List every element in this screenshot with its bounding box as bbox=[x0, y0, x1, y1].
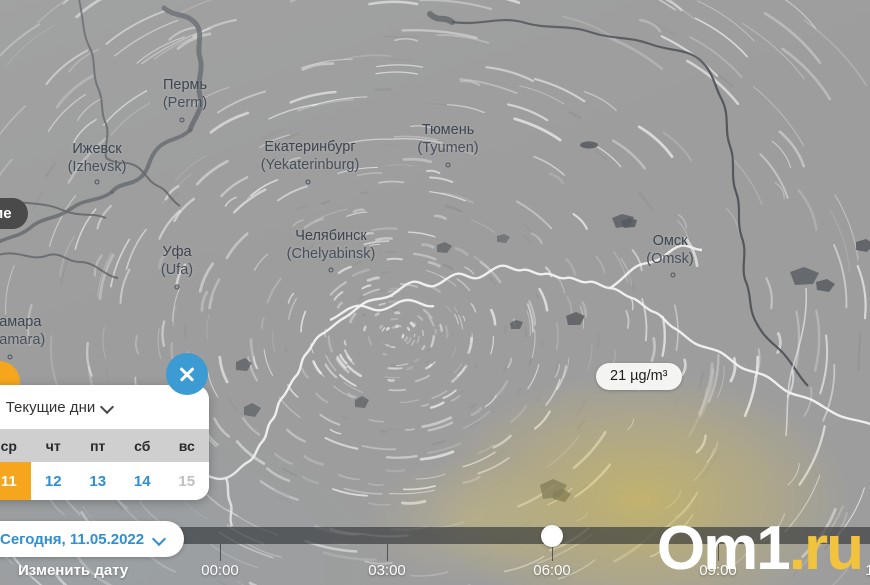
map-notice-label: …ние bbox=[0, 205, 12, 222]
city-marker-dot bbox=[174, 284, 180, 290]
city-marker-dot bbox=[94, 179, 100, 185]
city-label: Омск (Omsk) bbox=[646, 232, 694, 268]
city-marker-dot bbox=[328, 267, 334, 273]
today-date-button[interactable]: Сегодня, 11.05.2022 bbox=[0, 521, 185, 557]
city-name-en: (Tyumen) bbox=[417, 140, 479, 157]
city-name-ru: Пермь bbox=[162, 77, 208, 93]
city-marker-dot bbox=[305, 179, 311, 185]
city-marker-dot bbox=[670, 272, 676, 278]
timeline-time-label: 12:00 bbox=[865, 562, 870, 579]
city-label: Челябинск (Chelyabinsk) bbox=[287, 227, 376, 263]
city-name-ru: Уфа bbox=[162, 244, 192, 260]
city-label: Уфа (Ufa) bbox=[161, 243, 193, 279]
range-dropdown[interactable]: Текущие дни bbox=[6, 399, 115, 416]
chevron-down-icon bbox=[154, 533, 166, 545]
date-picker-panel: 22 Текущие дни втсрчтптсбвс 101112131415 bbox=[0, 385, 209, 500]
calendar-day: 15 bbox=[178, 472, 196, 490]
measurement-value: 21 µg/m³ bbox=[610, 368, 668, 384]
city-name-ru: Ижевск bbox=[72, 141, 122, 157]
timeline-tick bbox=[220, 544, 222, 561]
city-label: Пермь (Perm) bbox=[163, 76, 207, 112]
calendar-day[interactable]: 13 bbox=[76, 462, 121, 500]
city-marker-dot bbox=[179, 117, 185, 123]
city-name-ru: Челябинск bbox=[295, 228, 367, 244]
city-name-en: (Omsk) bbox=[646, 251, 694, 268]
weekday-label: вс bbox=[178, 437, 195, 454]
city-name-ru: Тюмень bbox=[421, 122, 475, 138]
city-name-en: (Ufa) bbox=[160, 262, 194, 279]
city-label: Самара (Samara) bbox=[0, 313, 45, 349]
city-marker-dot bbox=[445, 162, 451, 168]
change-date-label: Изменить дату bbox=[18, 562, 129, 579]
close-icon[interactable] bbox=[166, 353, 208, 395]
city-name-ru: Омск bbox=[652, 233, 688, 249]
city-name-ru: Самара bbox=[0, 314, 42, 330]
measurement-tooltip: 21 µg/m³ bbox=[596, 363, 682, 390]
today-date-label: Сегодня, 11.05.2022 bbox=[0, 530, 145, 548]
calendar-day[interactable]: 14 bbox=[120, 462, 165, 500]
calendar-day[interactable]: 11 bbox=[0, 462, 31, 500]
timeline-time-label: 03:00 bbox=[368, 562, 406, 579]
timeline-scrubber-handle[interactable] bbox=[541, 525, 563, 547]
timeline-tick bbox=[718, 544, 720, 561]
city-marker-dot bbox=[7, 354, 13, 360]
calendar-day[interactable]: 12 bbox=[31, 462, 76, 500]
weekday-label: чт bbox=[45, 437, 61, 454]
range-value: Текущие дни bbox=[5, 398, 96, 416]
city-name-en: (Samara) bbox=[0, 332, 46, 349]
city-name-en: (Chelyabinsk) bbox=[286, 246, 376, 263]
city-label: Тюмень (Tyumen) bbox=[417, 121, 478, 157]
timeline-tick bbox=[387, 544, 389, 561]
city-name-en: (Yekaterinburg) bbox=[260, 157, 360, 174]
timeline-time-label: 06:00 bbox=[533, 562, 571, 579]
timeline-time-label: 09:00 bbox=[699, 562, 737, 579]
change-date-button[interactable]: Изменить дату bbox=[18, 562, 128, 579]
weekday-header-row: втсрчтптсбвс bbox=[0, 429, 209, 462]
city-label: Екатеринбург (Yekaterinburg) bbox=[261, 138, 360, 174]
weekday-label: пт bbox=[90, 437, 106, 454]
city-name-en: (Perm) bbox=[162, 95, 208, 112]
timeline-time-label: 00:00 bbox=[201, 562, 239, 579]
map-notice-pill[interactable]: …ние bbox=[0, 198, 28, 229]
city-name-en: (Izhevsk) bbox=[67, 159, 127, 176]
chevron-down-icon bbox=[102, 401, 114, 413]
weekday-label: сб bbox=[134, 437, 151, 454]
weather-map-app: Пермь (Perm) Ижевск (Izhevsk) Екатеринбург (Y… bbox=[0, 0, 870, 585]
day-row: 101112131415 bbox=[0, 462, 209, 500]
city-label: Ижевск (Izhevsk) bbox=[68, 140, 127, 176]
city-name-ru: Екатеринбург bbox=[264, 139, 356, 155]
weekday-label: ср bbox=[0, 437, 17, 454]
